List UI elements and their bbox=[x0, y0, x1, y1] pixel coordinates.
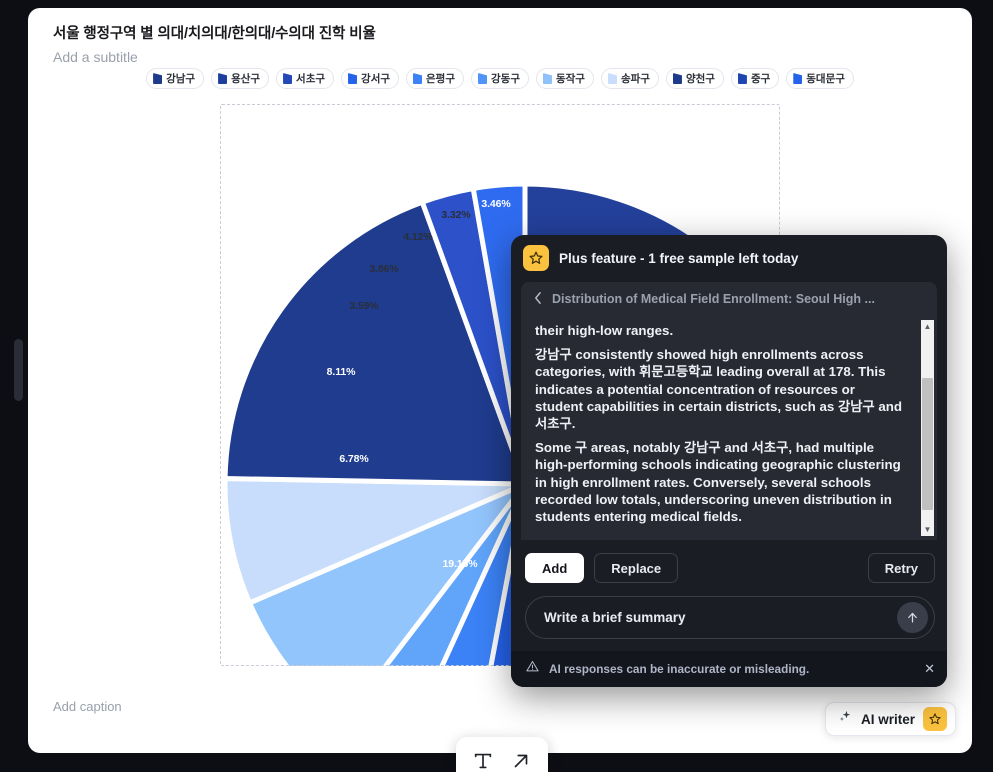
ai-assistant-panel[interactable]: Plus feature - 1 free sample left today … bbox=[511, 235, 947, 687]
ai-panel-header: Plus feature - 1 free sample left today bbox=[511, 235, 947, 277]
ai-writer-button[interactable]: AI writer bbox=[825, 702, 957, 736]
legend-swatch-icon bbox=[348, 73, 358, 84]
plus-feature-notice: Plus feature - 1 free sample left today bbox=[559, 250, 799, 266]
plus-star-icon bbox=[523, 245, 549, 271]
legend-item-label: 강남구 bbox=[166, 73, 196, 85]
link-tool-icon[interactable] bbox=[510, 750, 532, 772]
legend-item[interactable]: 송파구 bbox=[600, 68, 659, 89]
ai-response-paragraph: 강남구 consistently showed high enrollments… bbox=[535, 347, 902, 432]
legend-swatch-icon bbox=[478, 73, 487, 84]
legend-item-label: 은평구 bbox=[426, 73, 455, 85]
floating-toolbar[interactable] bbox=[456, 737, 548, 772]
scrollbar[interactable]: ▲ ▼ bbox=[921, 320, 934, 536]
legend-item-label: 강서구 bbox=[361, 73, 391, 85]
legend-swatch-icon bbox=[542, 73, 552, 84]
breadcrumb: Distribution of Medical Field Enrollment… bbox=[552, 292, 875, 306]
scroll-up-icon[interactable]: ▲ bbox=[921, 320, 934, 333]
legend-item-label: 양천구 bbox=[685, 73, 715, 85]
ai-disclaimer-text: AI responses can be inaccurate or mislea… bbox=[549, 662, 810, 676]
ai-disclaimer-bar: AI responses can be inaccurate or mislea… bbox=[511, 651, 947, 687]
legend-item[interactable]: 강남구 bbox=[146, 68, 205, 89]
legend-item[interactable]: 강동구 bbox=[471, 68, 529, 89]
legend-item-label: 중구 bbox=[750, 73, 771, 85]
legend-swatch-icon bbox=[283, 73, 293, 84]
legend-item-label: 동대문구 bbox=[806, 73, 845, 85]
legend-item-label: 강동구 bbox=[491, 73, 520, 85]
legend-swatch-icon bbox=[672, 73, 682, 84]
replace-button[interactable]: Replace bbox=[594, 553, 679, 583]
legend-item-label: 동작구 bbox=[555, 73, 585, 85]
ai-prompt-input[interactable]: Write a brief summary bbox=[525, 596, 935, 639]
page-title: 서울 행정구역 별 의대/치의대/한의대/수의대 진학 비율 bbox=[53, 26, 376, 42]
subtitle-placeholder[interactable]: Add a subtitle bbox=[53, 49, 138, 65]
legend-swatch-icon bbox=[218, 73, 228, 84]
add-button[interactable]: Add bbox=[525, 553, 585, 583]
ai-action-buttons: Add Replace Retry bbox=[511, 540, 947, 583]
legend-item[interactable]: 동대문구 bbox=[786, 68, 854, 89]
ai-response-body[interactable]: their high-low ranges. 강남구 consistently s… bbox=[521, 316, 937, 540]
legend-item[interactable]: 용산구 bbox=[211, 68, 270, 89]
legend-item[interactable]: 강서구 bbox=[341, 68, 400, 89]
legend-item-label: 송파구 bbox=[620, 73, 650, 85]
legend-item-label: 용산구 bbox=[231, 73, 261, 85]
legend-swatch-icon bbox=[737, 73, 747, 84]
scroll-down-icon[interactable]: ▼ bbox=[921, 523, 934, 536]
text-tool-icon[interactable] bbox=[472, 750, 494, 772]
ai-writer-label: AI writer bbox=[861, 711, 916, 727]
ai-prompt-value: Write a brief summary bbox=[544, 610, 686, 625]
legend-swatch-icon bbox=[153, 73, 163, 84]
app-root: 서울 행정구역 별 의대/치의대/한의대/수의대 진학 비율 Add a sub… bbox=[0, 0, 993, 772]
caption-placeholder[interactable]: Add caption bbox=[53, 699, 122, 714]
legend-item[interactable]: 동작구 bbox=[535, 68, 594, 89]
scrollbar-thumb[interactable] bbox=[922, 378, 933, 510]
chart-legend: 강남구 용산구 서초구 강서구 은평구 강동구 동작구 송파구 양천구 중구 동대문구 bbox=[52, 68, 948, 89]
warning-icon bbox=[525, 659, 540, 679]
legend-swatch-icon bbox=[607, 73, 617, 84]
legend-swatch-icon bbox=[793, 73, 803, 84]
legend-item-label: 서초구 bbox=[296, 73, 326, 85]
legend-item[interactable]: 중구 bbox=[730, 68, 780, 89]
star-icon bbox=[923, 707, 948, 731]
ai-panel-breadcrumb-bar[interactable]: Distribution of Medical Field Enrollment… bbox=[521, 282, 937, 316]
ai-response-paragraph: Some 구 areas, notably 강남구 and 서초구, had m… bbox=[535, 440, 901, 525]
back-chevron-icon[interactable] bbox=[533, 291, 542, 307]
close-icon[interactable]: ✕ bbox=[924, 661, 935, 677]
legend-swatch-icon bbox=[413, 73, 423, 84]
send-button[interactable] bbox=[897, 602, 928, 633]
sparkle-icon bbox=[838, 709, 853, 729]
retry-button[interactable]: Retry bbox=[867, 553, 935, 583]
left-drag-handle[interactable] bbox=[14, 339, 23, 401]
legend-item[interactable]: 양천구 bbox=[665, 68, 724, 89]
legend-item[interactable]: 은평구 bbox=[406, 68, 464, 89]
legend-item[interactable]: 서초구 bbox=[276, 68, 335, 89]
ai-response-paragraph: their high-low ranges. bbox=[535, 323, 674, 338]
